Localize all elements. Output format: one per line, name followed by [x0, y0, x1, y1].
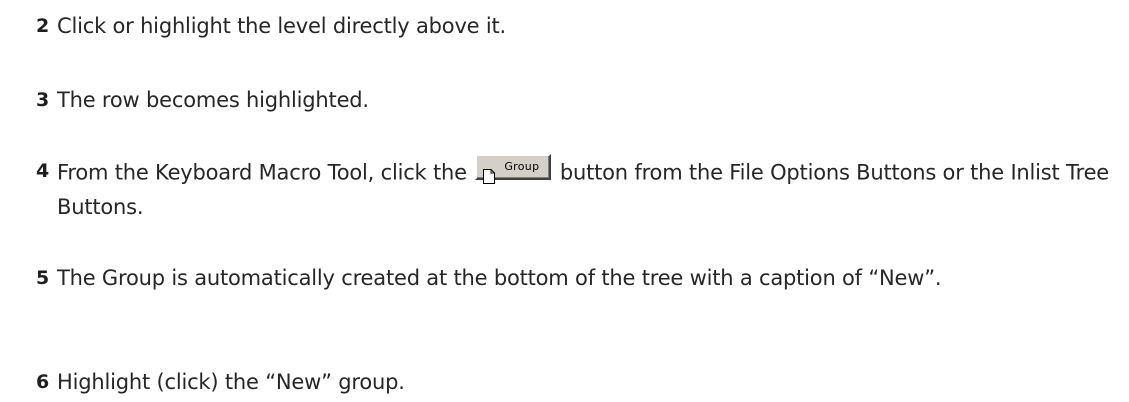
- step-number: 6: [36, 371, 50, 393]
- step-4: 4 From the Keyboard Macro Tool, click th…: [36, 154, 1119, 224]
- step-text: Click or highlight the level directly ab…: [57, 14, 507, 38]
- step-number: 5: [36, 267, 50, 289]
- step-text: The row becomes highlighted.: [57, 88, 369, 112]
- step-text: The Group is automatically created at th…: [57, 266, 942, 290]
- step-number: 2: [36, 15, 50, 37]
- step-text-before: From the Keyboard Macro Tool, click the: [57, 160, 467, 185]
- step-3: 3 The row becomes highlighted.: [36, 83, 1119, 117]
- step-number: 4: [36, 160, 50, 182]
- step-5: 5 The Group is automatically created at …: [36, 261, 1119, 295]
- new-document-icon: [483, 160, 496, 184]
- group-button-label: Group: [504, 160, 540, 173]
- step-text: From the Keyboard Macro Tool, click the …: [57, 154, 1119, 224]
- group-button[interactable]: Group: [475, 154, 552, 184]
- step-text: Highlight (click) the “New” group.: [57, 370, 405, 394]
- step-2: 2 Click or highlight the level directly …: [36, 9, 1119, 43]
- step-6: 6 Highlight (click) the “New” group.: [36, 365, 1119, 399]
- step-number: 3: [36, 89, 50, 111]
